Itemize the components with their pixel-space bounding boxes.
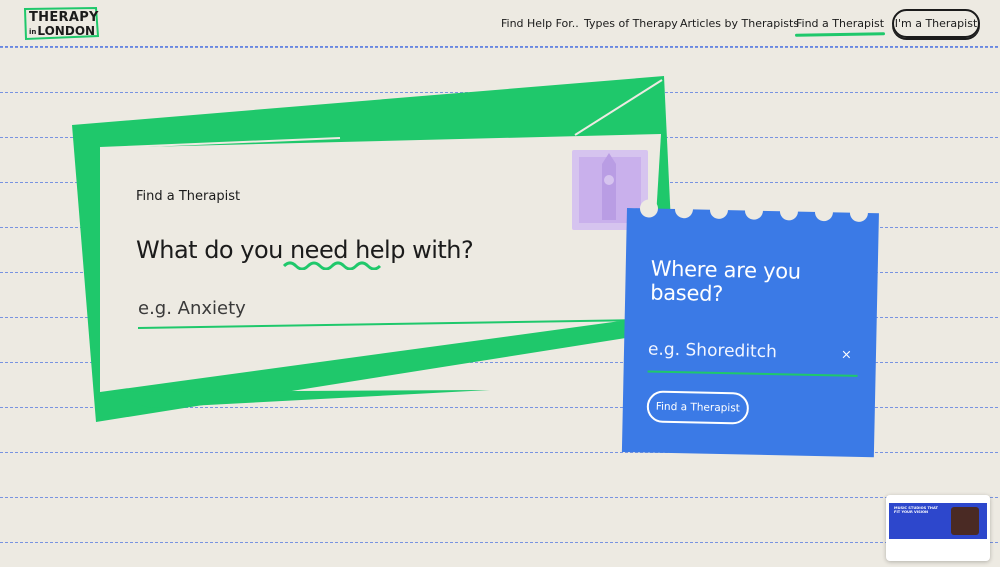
logo[interactable]: THERAPY inLONDON bbox=[22, 6, 100, 41]
im-a-therapist-button[interactable]: I'm a Therapist bbox=[892, 9, 980, 38]
squiggle-underline-icon bbox=[282, 261, 382, 270]
find-a-therapist-label: Find a Therapist bbox=[136, 189, 241, 204]
thumbnail-heading: MUSIC STUDIOS THAT FIT YOUR VISION bbox=[894, 506, 938, 515]
nav-types-of-therapy[interactable]: Types of Therapy bbox=[584, 17, 678, 30]
nav-find-help-for[interactable]: Find Help For.. bbox=[501, 17, 579, 30]
thumbnail-image bbox=[951, 507, 979, 535]
close-icon[interactable]: × bbox=[841, 348, 852, 363]
location-heading: Where are you based? bbox=[649, 256, 802, 307]
location-input[interactable] bbox=[647, 336, 829, 367]
header-divider bbox=[0, 46, 1000, 47]
nav-articles-by-therapists[interactable]: Articles by Therapists bbox=[680, 17, 799, 30]
location-card: Where are you based? × Find a Therapist bbox=[621, 199, 879, 458]
find-a-therapist-button[interactable]: Find a Therapist bbox=[646, 390, 750, 425]
logo-text-therapy: THERAPY bbox=[29, 10, 99, 25]
location-input-underline bbox=[647, 370, 858, 377]
nav-find-a-therapist[interactable]: Find a Therapist bbox=[796, 17, 884, 30]
logo-text-london: inLONDON bbox=[29, 24, 96, 38]
thumbnail-hero: MUSIC STUDIOS THAT FIT YOUR VISION bbox=[889, 503, 987, 539]
preview-thumbnail[interactable]: MUSIC STUDIOS THAT FIT YOUR VISION bbox=[886, 495, 990, 561]
need-help-input[interactable] bbox=[136, 294, 630, 322]
